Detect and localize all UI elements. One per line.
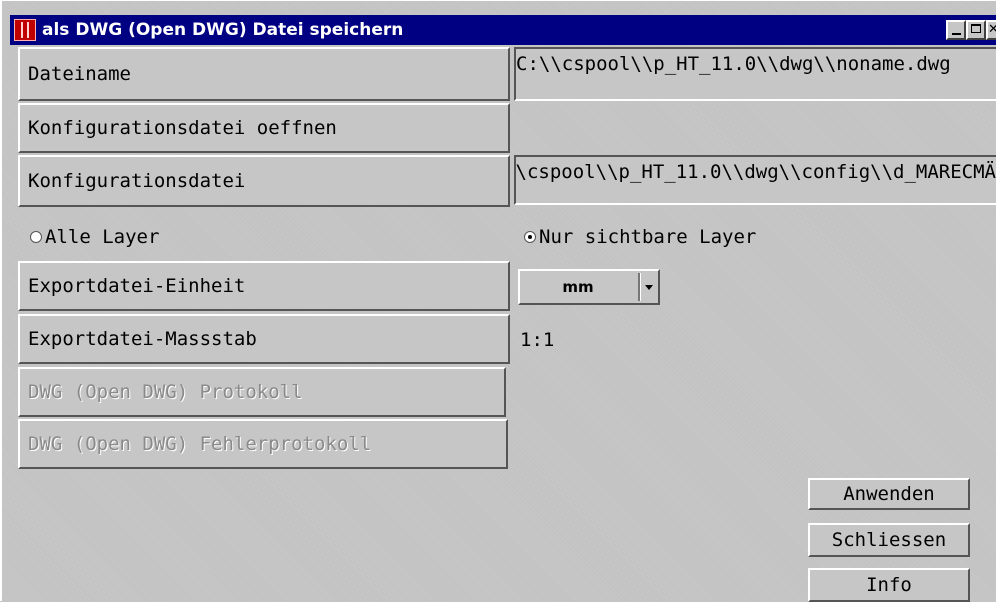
protocol-button[interactable]: DWG (Open DWG) Protokoll — [18, 367, 506, 417]
config-file-button-label: Konfigurationsdatei — [28, 170, 246, 192]
apply-button-label: Anwenden — [843, 483, 935, 505]
export-unit-button[interactable]: Exportdatei-Einheit — [18, 261, 510, 311]
title-bar[interactable]: als DWG (Open DWG) Datei speichern ✕ — [10, 15, 996, 45]
filename-button[interactable]: Dateiname — [18, 47, 510, 101]
protocol-label: DWG (Open DWG) Protokoll — [28, 381, 303, 403]
filename-value: C:\\cspool\\p_HT_11.0\\dwg\\noname.dwg — [516, 53, 951, 75]
filename-field[interactable]: C:\\cspool\\p_HT_11.0\\dwg\\noname.dwg — [514, 47, 996, 101]
radio-visible-layers-label: Nur sichtbare Layer — [539, 226, 757, 248]
dialog-window: als DWG (Open DWG) Datei speichern ✕ Dat… — [0, 0, 996, 602]
open-config-label: Konfigurationsdatei oeffnen — [28, 117, 337, 139]
info-button-label: Info — [866, 574, 912, 596]
export-scale-value: 1:1 — [520, 329, 555, 351]
radio-visible-layers[interactable]: Nur sichtbare Layer — [524, 223, 756, 251]
close-button[interactable]: Schliessen — [808, 523, 970, 557]
error-protocol-button[interactable]: DWG (Open DWG) Fehlerprotokoll — [18, 419, 508, 469]
radio-all-layers-label: Alle Layer — [45, 226, 160, 248]
minimize-icon[interactable] — [946, 20, 966, 40]
maximize-icon[interactable] — [966, 20, 986, 40]
unit-dropdown[interactable]: mm — [518, 269, 660, 305]
open-config-button[interactable]: Konfigurationsdatei oeffnen — [18, 103, 510, 153]
dropdown-separator — [638, 273, 641, 301]
export-scale-label: Exportdatei-Massstab — [28, 328, 257, 350]
apply-button[interactable]: Anwenden — [808, 478, 970, 510]
export-unit-label: Exportdatei-Einheit — [28, 275, 246, 297]
radio-all-layers-indicator[interactable] — [30, 231, 42, 243]
close-button-label: Schliessen — [831, 529, 947, 551]
export-scale-button[interactable]: Exportdatei-Massstab — [18, 314, 510, 364]
chevron-down-icon[interactable] — [645, 285, 653, 290]
filename-button-label: Dateiname — [28, 63, 131, 85]
app-icon[interactable] — [14, 19, 36, 41]
info-button[interactable]: Info — [808, 568, 970, 602]
config-file-field[interactable]: C:\\cspool\\p_HT_11.0\\dwg\\config\\d_MA… — [514, 155, 996, 205]
radio-visible-layers-indicator[interactable] — [524, 231, 536, 243]
radio-all-layers[interactable]: Alle Layer — [30, 223, 159, 251]
config-file-button[interactable]: Konfigurationsdatei — [18, 155, 510, 207]
unit-dropdown-value: mm — [562, 278, 594, 296]
window-title: als DWG (Open DWG) Datei speichern — [42, 20, 404, 40]
close-icon[interactable]: ✕ — [986, 20, 996, 40]
config-file-value: C:\\cspool\\p_HT_11.0\\dwg\\config\\d_MA… — [514, 161, 996, 183]
error-protocol-label: DWG (Open DWG) Fehlerprotokoll — [28, 433, 372, 455]
